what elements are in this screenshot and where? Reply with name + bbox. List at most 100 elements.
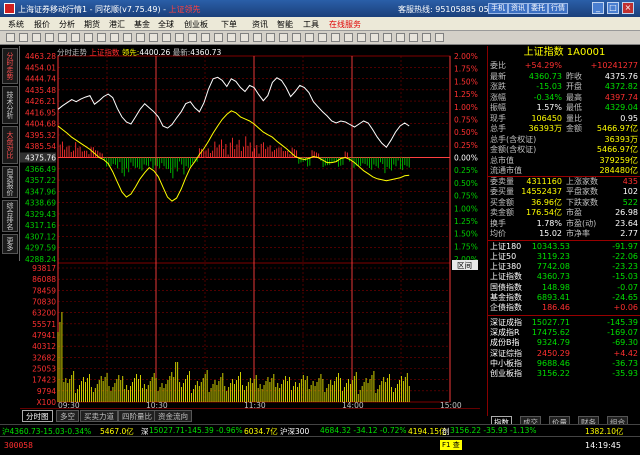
menu-item-9[interactable]: 资讯 — [252, 19, 268, 30]
toolbar-button-icon[interactable] — [188, 33, 197, 42]
index-price: 186.46 — [542, 303, 570, 313]
left-nav-tab-3[interactable]: 自选报价 — [2, 166, 18, 198]
chart-tab-3[interactable]: 四阶量比 — [118, 410, 156, 422]
time-tick-label: 10:30 — [146, 401, 168, 408]
toolbar-button-icon[interactable] — [123, 33, 132, 42]
toolbar-button-icon[interactable] — [305, 33, 314, 42]
toolbar-button-icon[interactable] — [6, 33, 15, 42]
quote-separator — [488, 239, 640, 241]
menu-item-1[interactable]: 报价 — [34, 19, 50, 30]
intraday-chart[interactable]: 4463.28 4454.01 4444.74 4435.48 4426.21 4416.… — [20, 46, 486, 408]
pct-tick-label: 0.50% — [454, 128, 478, 137]
chart-tab-2[interactable]: 买卖力道 — [80, 410, 118, 422]
toolbar-button-icon[interactable] — [253, 33, 262, 42]
toolbar-button-icon[interactable] — [266, 33, 275, 42]
index-change: -15.03 — [612, 272, 638, 282]
mobile-button[interactable]: 手机 — [488, 3, 508, 14]
volume-tick-label: 86088 — [32, 275, 56, 284]
toolbar-button-icon[interactable] — [396, 33, 405, 42]
quote-button[interactable]: 行情 — [548, 3, 568, 14]
menu-item-12[interactable]: 在线服务 — [329, 19, 361, 30]
toolbar-button-icon[interactable] — [136, 33, 145, 42]
quote-label: 委卖量 — [490, 176, 514, 186]
toolbar-button-icon[interactable] — [214, 33, 223, 42]
toolbar-button-icon[interactable] — [19, 33, 28, 42]
menu-item-6[interactable]: 全球 — [158, 19, 174, 30]
quote-value: 379259亿 — [599, 155, 638, 165]
trade-button[interactable]: 委托 — [528, 3, 548, 14]
toolbar-button-icon[interactable] — [58, 33, 67, 42]
ticker-item: 沪深300 — [280, 427, 310, 436]
quote-label: 现手 — [490, 113, 506, 123]
menu-item-7[interactable]: 创业板 — [184, 19, 208, 30]
quote-label: 委比 — [490, 61, 506, 70]
toolbar-button-icon[interactable] — [32, 33, 41, 42]
menu-item-8[interactable]: 下单 — [221, 19, 237, 30]
toolbar-button-icon[interactable] — [344, 33, 353, 42]
index-name: 创业板指 — [490, 369, 522, 379]
quote-value: 176.54亿 — [526, 208, 562, 217]
left-nav-tab-5[interactable]: 更多 — [2, 234, 18, 254]
toolbar-button-icon[interactable] — [149, 33, 158, 42]
quote-label: 买金额 — [490, 197, 514, 207]
market-ticker: 沪4360.73-15.03-0.34% 5467.0亿深 15027.71-145… — [0, 424, 640, 436]
chart-tab-1[interactable]: 多空 — [56, 410, 79, 422]
toolbar-button-icon[interactable] — [435, 33, 444, 42]
toolbar-button-icon[interactable] — [383, 33, 392, 42]
left-nav-tab-4[interactable]: 综合排名 — [2, 200, 18, 232]
left-nav-tab-2[interactable]: 大盘对比 — [2, 126, 18, 164]
toolbar-button-icon[interactable] — [84, 33, 93, 42]
toolbar-button-icon[interactable] — [240, 33, 249, 42]
quick-find-button[interactable]: F1 查 — [440, 440, 462, 450]
volume-tick-label: 25053 — [32, 365, 56, 374]
toolbar-button-icon[interactable] — [331, 33, 340, 42]
menu-item-11[interactable]: 工具 — [303, 19, 319, 30]
price-tick-label: 4395.32 — [25, 131, 56, 140]
pct-tick-label: 1.00% — [454, 103, 478, 112]
menu-item-4[interactable]: 港汇 — [109, 19, 125, 30]
toolbar-button-icon[interactable] — [318, 33, 327, 42]
toolbar-button-icon[interactable] — [279, 33, 288, 42]
toolbar-button-icon[interactable] — [227, 33, 236, 42]
toolbar-button-icon[interactable] — [162, 33, 171, 42]
chart-tab-0[interactable]: 分时图 — [22, 410, 53, 422]
toolbar-button-icon[interactable] — [292, 33, 301, 42]
toolbar-button-icon[interactable] — [175, 33, 184, 42]
index-button-label[interactable]: 区间 — [457, 261, 472, 270]
menu-item-0[interactable]: 系统 — [8, 19, 24, 30]
toolbar-button-icon[interactable] — [370, 33, 379, 42]
toolbar-button-icon[interactable] — [97, 33, 106, 42]
ticker-item: 3156.22 -35.93 -1.13% — [450, 426, 537, 435]
quote-label: 卖金额 — [490, 208, 514, 217]
stock-code-input[interactable]: 300058 — [4, 441, 33, 450]
toolbar-button-icon[interactable] — [357, 33, 366, 42]
toolbar-button-icon[interactable] — [45, 33, 54, 42]
menu-item-2[interactable]: 分析 — [59, 19, 75, 30]
index-name: 上证180 — [490, 241, 522, 251]
pct-tick-label: 0.75% — [454, 115, 478, 124]
news-button[interactable]: 资讯 — [508, 3, 528, 14]
index-price: 4360.73 — [536, 272, 570, 282]
window-title: 上海证券移动行情1 - 同花顺(v7.75.49) - 上证领先 — [18, 4, 201, 15]
menu-item-5[interactable]: 基金 — [134, 19, 150, 30]
minimize-icon[interactable]: _ — [592, 2, 604, 14]
toolbar-button-icon[interactable] — [71, 33, 80, 42]
close-icon[interactable]: × — [622, 2, 634, 14]
index-price: 7742.08 — [536, 262, 570, 272]
quote-value: 4372.82 — [604, 82, 638, 91]
toolbar-button-icon[interactable] — [422, 33, 431, 42]
quote-value: 435 — [622, 176, 638, 186]
left-nav-tab-1[interactable]: 技术分析 — [2, 86, 18, 124]
toolbar-button-icon[interactable] — [409, 33, 418, 42]
toolbar-button-icon[interactable] — [201, 33, 210, 42]
toolbar-button-icon[interactable] — [110, 33, 119, 42]
quote-value: 4375.76 — [604, 71, 638, 81]
chart-tab-4[interactable]: 资金流向 — [154, 410, 192, 422]
menu-item-10[interactable]: 智能 — [277, 19, 293, 30]
index-price: 6893.41 — [536, 293, 570, 302]
volume-tick-label: 17423 — [32, 376, 56, 385]
menu-item-3[interactable]: 期货 — [84, 19, 100, 30]
maximize-icon[interactable]: □ — [607, 2, 619, 14]
index-name: 深证成指 — [490, 317, 522, 327]
left-nav-tab-0[interactable]: 分时走势 — [2, 48, 18, 84]
